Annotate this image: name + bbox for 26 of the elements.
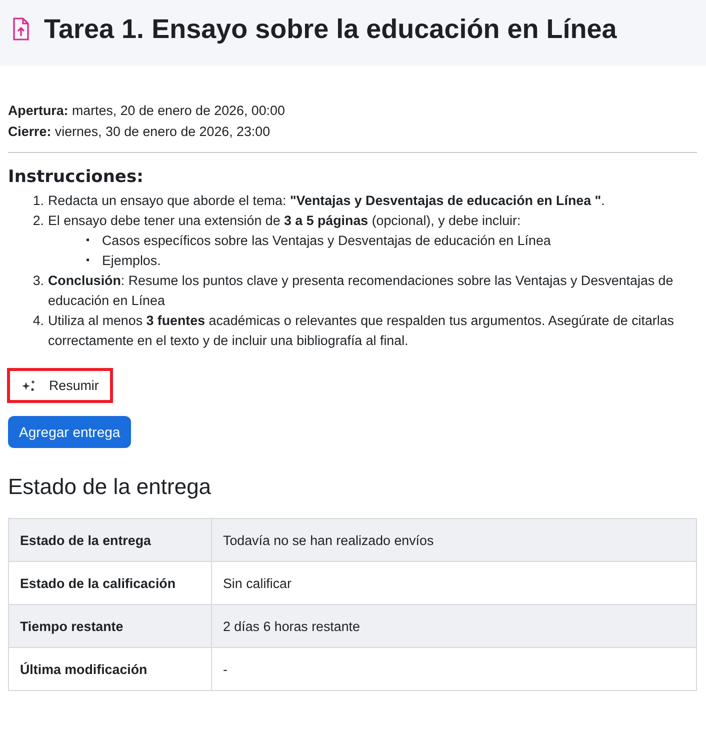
- row-value: Todavía no se han realizado envíos: [212, 518, 696, 562]
- file-upload-icon: [12, 17, 30, 41]
- page-title: Tarea 1. Ensayo sobre la educación en Línea: [44, 14, 617, 44]
- date-line: Cierre: viernes, 30 de enero de 2026, 23:00: [8, 123, 272, 140]
- bullet-mark: ▪: [86, 234, 91, 248]
- instruction-text: Casos específicos sobre las Ventajas y Desventajas de educación en Línea: [102, 232, 551, 250]
- row-label: Última modificación: [8, 648, 212, 690]
- list-number: 2.: [32, 212, 44, 230]
- bullet-mark: ▪: [86, 254, 91, 268]
- instruction-text: El ensayo debe tener una extensión de 3 a 5 páginas (opcional), y debe incluir:: [48, 212, 521, 230]
- row-value: -: [212, 648, 696, 690]
- row-label: Tiempo restante: [8, 604, 212, 648]
- instruction-text: Redacta un ensayo que aborde el tema: "Ventajas y Desventajas de educación en Línea ".: [48, 192, 605, 210]
- instructions-heading: Instrucciones:: [8, 167, 144, 187]
- instruction-text: Ejemplos.: [102, 252, 161, 270]
- list-number: 3.: [32, 272, 44, 290]
- row-value: 2 días 6 horas restante: [212, 604, 696, 648]
- section-heading: Estado de la entrega: [8, 474, 212, 500]
- row-label: Estado de la entrega: [8, 518, 212, 562]
- list-number: 1.: [32, 192, 44, 210]
- instruction-text: Utiliza al menos 3 fuentes académicas o relevantes que respalden tus argumentos. Asegúrate de citarlas correctamente en el texto y de incluir una bibliografía al final.: [48, 312, 675, 350]
- summarize-button[interactable]: Resumir: [10, 371, 110, 400]
- date-line: Apertura: martes, 20 de enero de 2026, 00:00: [8, 102, 286, 119]
- add-submission-button[interactable]: Agregar entrega: [8, 416, 132, 448]
- sparkle-icon: [21, 378, 37, 392]
- list-number: 4.: [32, 312, 44, 330]
